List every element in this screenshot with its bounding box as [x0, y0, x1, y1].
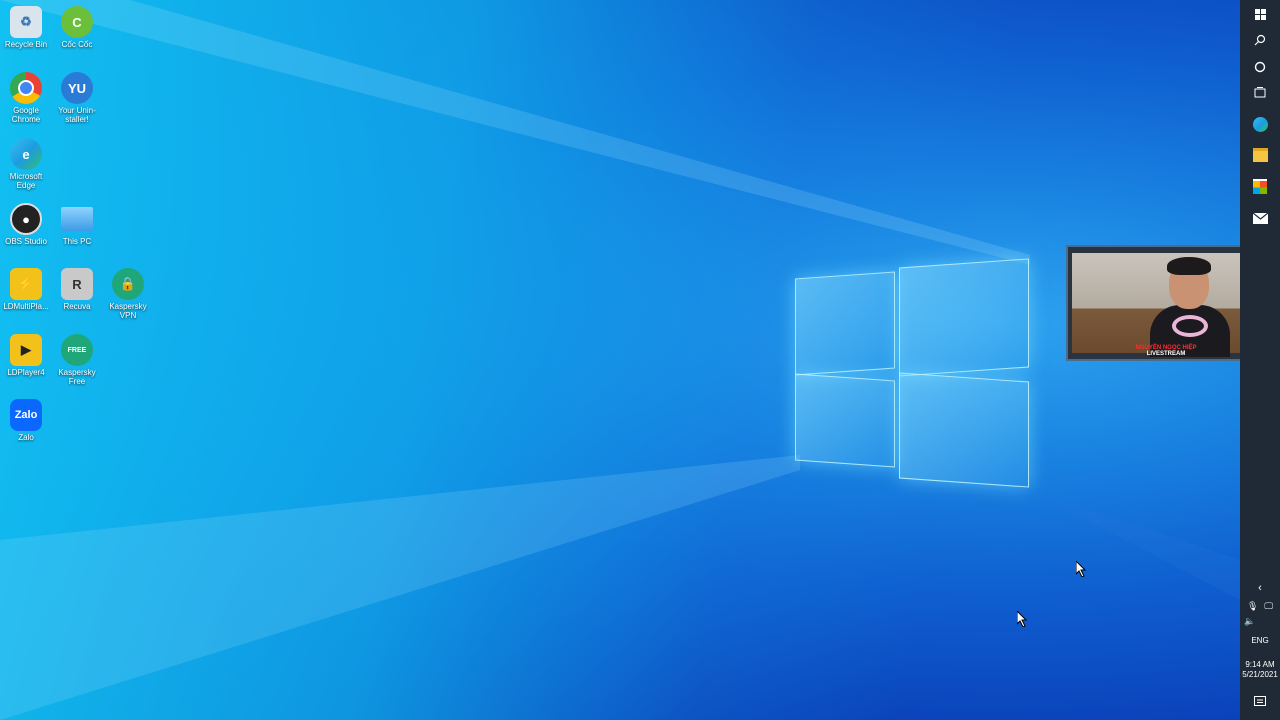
desktop-icon-label: OBS Studio — [5, 237, 47, 246]
chrome-icon — [10, 72, 42, 104]
desktop-icon-uninstaller[interactable]: YU Your Unin-staller! — [51, 68, 103, 124]
logo-pane-bottom-right — [899, 372, 1029, 488]
desktop-icon-label: Zalo — [18, 433, 34, 442]
desktop-icon-ldmultiplayer[interactable]: ⚡ LDMultiPla... — [0, 264, 52, 311]
taskbar-mail-button[interactable] — [1240, 204, 1280, 232]
desktop-icon-label: Google Chrome — [11, 106, 41, 124]
clock-date: 5/21/2021 — [1242, 670, 1278, 679]
action-center-button[interactable] — [1240, 688, 1280, 716]
desktop-icon-label: Recycle Bin — [4, 40, 48, 49]
desktop-icon-label: LDMultiPla... — [3, 302, 49, 311]
volume-button[interactable]: 🔈 — [1240, 613, 1280, 629]
logo-pane-bottom-left — [795, 373, 895, 468]
desktop-icon-obs[interactable]: ● OBS Studio — [0, 199, 52, 246]
wallpaper-glow — [0, 0, 1240, 720]
webcam-video — [1072, 253, 1258, 357]
kaspersky-free-icon: FREE — [61, 334, 93, 366]
desktop-icon-kaspersky-free[interactable]: FREE Kaspersky Free — [51, 330, 103, 386]
search-button[interactable] — [1240, 26, 1280, 54]
recycle-bin-icon: ♻ — [10, 6, 42, 38]
chevron-left-icon: ‹ — [1258, 582, 1262, 594]
edge-taskbar-icon — [1252, 116, 1268, 132]
taskbar: ‹ 🎙 🖵 🔈 ENG 9:14 AM 5/21/2021 — [1240, 0, 1280, 720]
file-explorer-icon — [1252, 148, 1268, 162]
webcam-banner: NGUYỄN NGỌC HIỆP LIVESTREAM — [1126, 345, 1206, 357]
headset-icon — [1172, 315, 1208, 337]
start-icon — [1254, 8, 1266, 20]
coccoc-icon: C — [61, 6, 93, 38]
logo-pane-top-left — [795, 271, 895, 376]
desktop-icon-label: Kaspersky Free — [58, 368, 96, 386]
desktop-icon-this-pc[interactable]: This PC — [51, 199, 103, 246]
wallpaper-light-beams — [0, 0, 1240, 720]
ldplayer-icon: ▶ — [10, 334, 42, 366]
desktop-icon-label: This PC — [62, 237, 92, 246]
tray-mic-network[interactable]: 🎙 🖵 — [1240, 598, 1280, 614]
desktop-icon-label: Your Unin-staller! — [58, 106, 96, 124]
task-view-button[interactable] — [1240, 79, 1280, 107]
show-hidden-icons-button[interactable]: ‹ — [1240, 576, 1280, 600]
desktop-icon-zalo[interactable]: Zalo Zalo — [0, 395, 52, 442]
notification-icon — [1254, 696, 1266, 706]
desktop-icon-coccoc[interactable]: C Cốc Cốc — [51, 2, 103, 49]
webcam-overlay: NGUYỄN NGỌC HIỆP LIVESTREAM — [1066, 245, 1262, 361]
store-icon — [1253, 178, 1267, 194]
mouse-cursor-icon — [1017, 611, 1027, 627]
recuva-icon: R — [61, 268, 93, 300]
mail-icon — [1252, 212, 1268, 224]
cortana-icon — [1254, 61, 1266, 73]
obs-icon: ● — [10, 203, 42, 235]
desktop-icon-label: LDPlayer4 — [7, 368, 45, 377]
start-button[interactable] — [1240, 0, 1280, 28]
mouse-cursor-icon — [1076, 561, 1086, 577]
desktop-icon-ldplayer[interactable]: ▶ LDPlayer4 — [0, 330, 52, 377]
clock-time: 9:14 AM — [1245, 660, 1275, 669]
this-pc-icon — [61, 207, 93, 231]
ldmultiplayer-icon: ⚡ — [10, 268, 42, 300]
desktop-icon-label: Recuva — [63, 302, 91, 311]
desktop-icon-recycle-bin[interactable]: ♻ Recycle Bin — [0, 2, 52, 49]
kaspersky-vpn-icon: 🔒 — [112, 268, 144, 300]
desktop-icon-chrome[interactable]: Google Chrome — [0, 68, 52, 124]
desktop-icon-kaspersky-vpn[interactable]: 🔒 Kaspersky VPN — [102, 264, 154, 320]
taskbar-file-explorer-button[interactable] — [1240, 141, 1280, 169]
webcam-banner-sub: LIVESTREAM — [1146, 351, 1186, 357]
microphone-icon: 🎙 — [1246, 600, 1259, 611]
logo-pane-top-right — [899, 258, 1029, 377]
uninstaller-icon: YU — [61, 72, 93, 104]
desktop-icon-edge[interactable]: e Microsoft Edge — [0, 134, 52, 190]
desktop-icon-recuva[interactable]: R Recuva — [51, 264, 103, 311]
desktop-icon-label: Cốc Cốc — [61, 40, 93, 49]
clock[interactable]: 9:14 AM 5/21/2021 — [1240, 660, 1280, 680]
taskbar-edge-button[interactable] — [1240, 110, 1280, 138]
search-icon — [1254, 34, 1266, 46]
volume-icon: 🔈 — [1244, 615, 1256, 626]
cortana-button[interactable] — [1240, 53, 1280, 81]
language-indicator[interactable]: ENG — [1240, 636, 1280, 646]
desktop-icon-label: Kaspersky VPN — [109, 302, 147, 320]
network-icon: 🖵 — [1264, 600, 1274, 611]
webcam-person-hair — [1167, 257, 1211, 275]
task-view-icon — [1254, 87, 1266, 98]
zalo-icon: Zalo — [10, 399, 42, 431]
desktop-icon-label: Microsoft Edge — [9, 172, 43, 190]
windows-logo — [795, 255, 1030, 495]
edge-icon: e — [10, 138, 42, 170]
taskbar-store-button[interactable] — [1240, 172, 1280, 200]
